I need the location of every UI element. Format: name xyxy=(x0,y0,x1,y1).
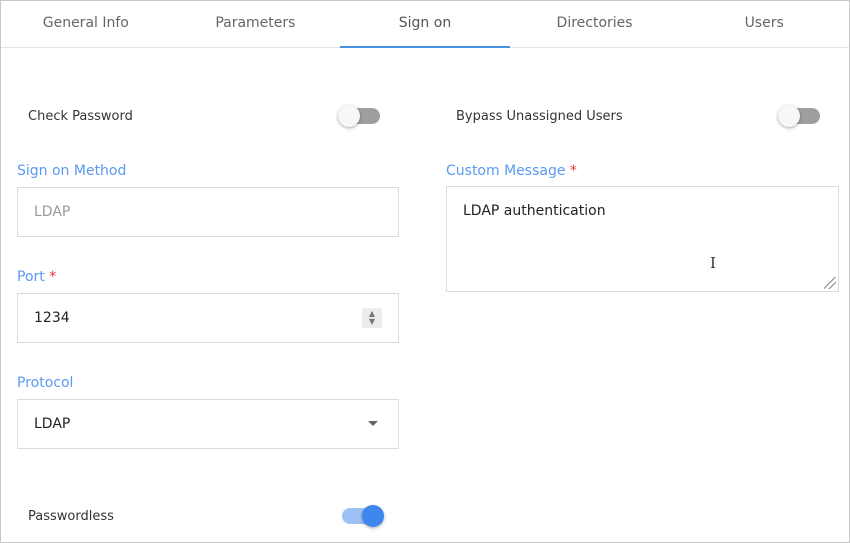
tab-directories[interactable]: Directories xyxy=(510,1,680,47)
text-cursor-icon: I xyxy=(710,254,716,272)
passwordless-row: Passwordless xyxy=(28,504,384,528)
protocol-label-text: Protocol xyxy=(17,375,74,391)
toggle-knob xyxy=(362,505,384,527)
port-input[interactable]: 1234 ▲ ▼ xyxy=(17,293,399,343)
port-stepper[interactable]: ▲ ▼ xyxy=(362,308,382,328)
protocol-select[interactable]: LDAP xyxy=(17,399,399,449)
sign-on-panel: General Info Parameters Sign on Director… xyxy=(0,0,850,543)
port-label: Port * xyxy=(17,269,56,285)
bypass-unassigned-row: Bypass Unassigned Users xyxy=(456,104,820,128)
port-value: 1234 xyxy=(34,310,70,326)
tab-users[interactable]: Users xyxy=(679,1,849,47)
check-password-row: Check Password xyxy=(28,104,380,128)
chevron-down-icon[interactable]: ▼ xyxy=(369,318,375,326)
tab-sign-on[interactable]: Sign on xyxy=(340,1,510,48)
custom-message-value: LDAP authentication xyxy=(463,203,606,219)
sign-on-method-label-text: Sign on Method xyxy=(17,163,127,179)
tab-parameters[interactable]: Parameters xyxy=(171,1,341,47)
protocol-label: Protocol xyxy=(17,375,73,391)
dropdown-caret-icon[interactable] xyxy=(368,421,378,426)
bypass-unassigned-label: Bypass Unassigned Users xyxy=(456,108,623,124)
toggle-knob xyxy=(338,105,360,127)
sign-on-method-field: LDAP xyxy=(17,187,399,237)
port-required-mark: * xyxy=(49,269,57,285)
sign-on-method-label: Sign on Method xyxy=(17,163,126,179)
sign-on-method-value: LDAP xyxy=(34,204,71,220)
bypass-unassigned-toggle[interactable] xyxy=(778,105,820,127)
resize-handle-icon[interactable] xyxy=(824,277,836,289)
custom-message-textarea[interactable]: LDAP authentication xyxy=(446,186,839,292)
passwordless-toggle[interactable] xyxy=(342,505,384,527)
check-password-label: Check Password xyxy=(28,108,133,124)
protocol-value: LDAP xyxy=(34,416,71,432)
passwordless-label: Passwordless xyxy=(28,508,114,524)
custom-message-label: Custom Message * xyxy=(446,163,577,179)
tab-bar: General Info Parameters Sign on Director… xyxy=(1,1,849,48)
custom-message-required-mark: * xyxy=(569,163,577,179)
check-password-toggle[interactable] xyxy=(338,105,380,127)
port-label-text: Port xyxy=(17,269,45,285)
toggle-knob xyxy=(778,105,800,127)
tab-general-info[interactable]: General Info xyxy=(1,1,171,47)
custom-message-label-text: Custom Message xyxy=(446,163,566,179)
